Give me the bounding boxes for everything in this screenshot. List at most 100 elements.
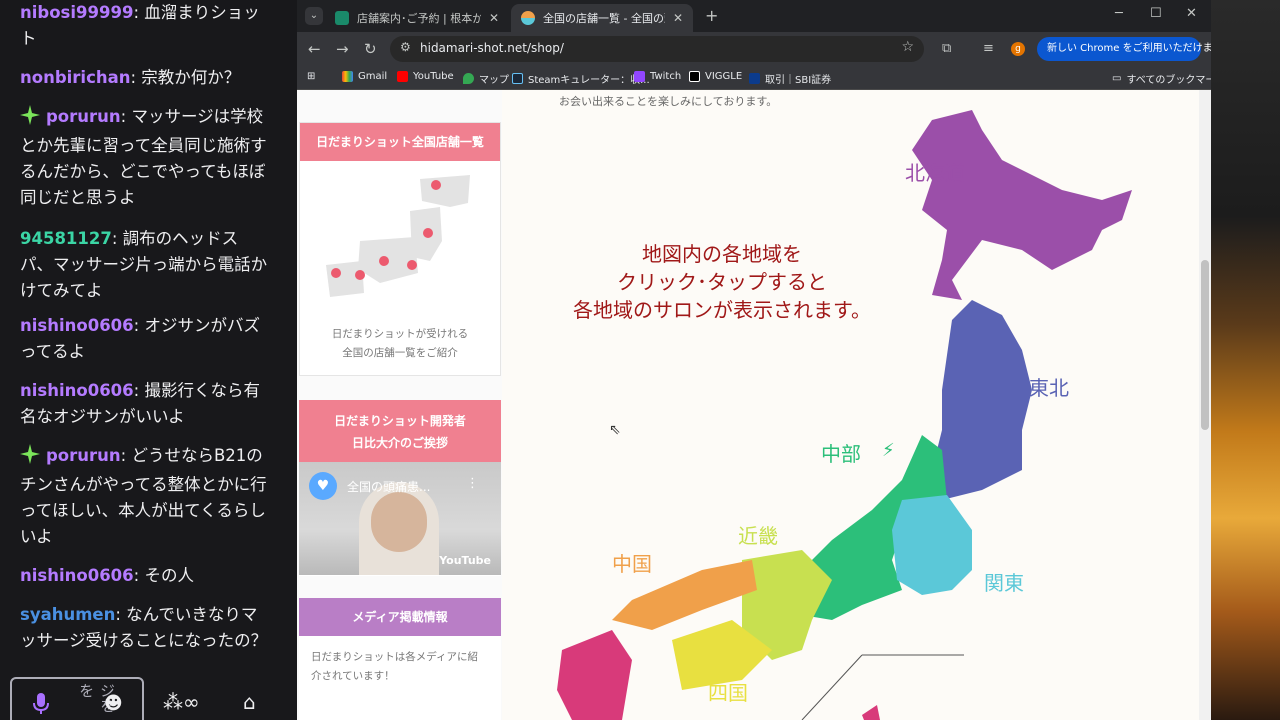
okinawa-divider-diagonal — [801, 654, 863, 720]
reload-icon[interactable]: ↻ — [364, 40, 377, 58]
bookmark-twitch[interactable]: Twitch — [634, 71, 681, 82]
extensions-icon[interactable]: ⧉ — [942, 41, 951, 56]
chat-username[interactable]: 94581127 — [20, 229, 112, 248]
chat-message: 94581127: 調布のヘッドスパ、マッサージ片っ端から電話かけてみてよ — [20, 226, 270, 304]
mouse-cursor-icon: ⇖ — [609, 422, 621, 438]
chat-username[interactable]: syahumen — [20, 605, 115, 624]
new-tab-icon[interactable]: + — [705, 6, 718, 25]
bits-icon[interactable]: ⁂∞ — [163, 690, 200, 714]
chat-message: nonbirichan: 宗教か何か？ — [20, 65, 270, 91]
japan-region-map — [557, 110, 1132, 720]
tab-search-icon[interactable]: ⌄ — [305, 7, 323, 25]
bookmark-steam[interactable]: Steamキュレーター：収... — [512, 71, 650, 86]
screen: nibosi99999: 血溜まりショット nonbirichan: 宗教か何か？… — [0, 0, 1280, 720]
region-kanto[interactable] — [892, 495, 972, 595]
chat-text: : その人 — [133, 566, 194, 585]
media-title: メディア掲載情報 — [299, 598, 501, 636]
region-okinawa[interactable] — [862, 705, 880, 720]
chat-input[interactable]: ジをを ☻ — [10, 677, 144, 720]
developer-greeting-widget: 日だまりショット開発者 日比大介のご挨拶 ♥ 全国の頭痛患... ⋮ YouTu… — [299, 400, 501, 576]
webcam-overlay — [1211, 0, 1280, 720]
japan-pin-map-icon — [326, 175, 470, 297]
region-label-tohoku[interactable]: 東北 — [1029, 372, 1069, 401]
sbi-icon — [749, 73, 760, 84]
tab-shop-list[interactable]: 全国の店舗一覧 - 全国の頭痛セ ✕ — [511, 4, 693, 32]
gmail-icon — [342, 71, 353, 82]
microphone-icon[interactable] — [32, 693, 50, 715]
forward-icon[interactable]: → — [336, 40, 349, 58]
back-icon[interactable]: ← — [308, 40, 321, 58]
chat-username[interactable]: nonbirichan — [20, 68, 131, 87]
region-label-kanto[interactable]: 関東 — [984, 567, 1024, 596]
region-label-hokkaido[interactable]: 北海道 — [905, 157, 965, 186]
region-label-chugoku[interactable]: 中国 — [612, 548, 652, 577]
chat-username[interactable]: nishino0606 — [20, 381, 134, 400]
url-text: hidamari-shot.net/shop/ — [420, 41, 564, 55]
bookmark-star-icon[interactable]: ☆ — [901, 39, 914, 55]
tab-bar: ⌄ 店舗案内･ご予約 | 根本からアプロ ✕ 全国の店舗一覧 - 全国の頭痛セ … — [297, 0, 1211, 32]
site-info-icon[interactable]: ⚙ — [400, 40, 411, 54]
close-tab-icon[interactable]: ✕ — [489, 11, 499, 25]
chat-username[interactable]: porurun — [46, 446, 121, 465]
shop-list-widget[interactable]: 日だまりショット全国店舗一覧 日だまりショットが受けれる 全国の店舗一覧をご紹介 — [299, 122, 501, 376]
chat-username[interactable]: nishino0606 — [20, 316, 134, 335]
chrome-window: ⌄ 店舗案内･ご予約 | 根本からアプロ ✕ 全国の店舗一覧 - 全国の頭痛セ … — [297, 0, 1236, 720]
video-menu-icon[interactable]: ⋮ — [466, 476, 479, 491]
bookmarks-bar: ⊞ Gmail YouTube マップ Steamキュレーター：収... Twi… — [297, 66, 1225, 90]
scrollbar-thumb[interactable] — [1201, 260, 1209, 430]
viggle-icon — [689, 71, 700, 82]
maximize-icon[interactable]: ☐ — [1150, 6, 1162, 21]
youtube-logo: YouTube — [439, 554, 491, 567]
region-hokkaido[interactable] — [912, 110, 1132, 300]
bookmark-youtube[interactable]: YouTube — [397, 71, 454, 82]
chat-text: : 宗教か何か？ — [130, 68, 241, 87]
youtube-icon — [397, 71, 408, 82]
region-kyushu[interactable] — [557, 630, 632, 720]
bookmark-sbi[interactable]: 取引｜SBI証券 — [749, 71, 831, 86]
site-favicon-icon — [521, 11, 535, 25]
all-bookmarks[interactable]: ▭ すべてのブックマーク — [1112, 71, 1225, 86]
chat-username[interactable]: nibosi99999 — [20, 3, 133, 22]
twitch-icon — [634, 71, 645, 82]
chrome-update-label: 新しい Chrome をご利用いただけます — [1047, 43, 1223, 54]
region-tohoku[interactable] — [932, 300, 1032, 500]
media-icon[interactable]: ≡ — [983, 41, 994, 56]
youtube-video-embed[interactable]: ♥ 全国の頭痛患... ⋮ YouTube — [299, 462, 501, 575]
toolbar: ← → ↻ ⚙ hidamari-shot.net/shop/ ☆ ⧉ ≡ g … — [297, 32, 1236, 66]
bookmark-label: Gmail — [358, 71, 388, 82]
region-label-chubu[interactable]: 中部 — [821, 438, 861, 467]
chat-message: nishino0606: オジサンがバズってるよ — [20, 313, 270, 365]
apps-icon[interactable]: ⊞ — [307, 71, 315, 82]
chat-username[interactable]: porurun — [46, 107, 121, 126]
bookmark-viggle[interactable]: VIGGLE — [689, 71, 742, 82]
shop-list-title: 日だまりショット全国店舗一覧 — [300, 123, 500, 161]
chat-username[interactable]: nishino0606 — [20, 566, 134, 585]
video-thumbnail-face — [371, 492, 427, 552]
bookmark-label: 取引｜SBI証券 — [765, 75, 832, 86]
region-label-shikoku[interactable]: 四国 — [708, 677, 748, 706]
address-bar[interactable]: ⚙ hidamari-shot.net/shop/ ☆ — [390, 36, 924, 62]
emote-icon[interactable]: ☻ — [104, 693, 123, 714]
tab-shop-info[interactable]: 店舗案内･ご予約 | 根本からアプロ ✕ — [325, 4, 509, 32]
chat-message: nishino0606: 撮影行くなら有名なオジサンがいいよ — [20, 378, 270, 430]
stream-chat-panel: nibosi99999: 血溜まりショット nonbirichan: 宗教か何か？… — [0, 0, 297, 720]
folder-icon: ▭ — [1112, 73, 1122, 84]
minimize-icon[interactable]: ─ — [1115, 6, 1123, 21]
bookmark-label: Steamキュレーター：収... — [528, 75, 650, 86]
developer-title-2: 日比大介のご挨拶 — [351, 436, 448, 450]
bookmark-gmail[interactable]: Gmail — [342, 71, 387, 82]
profile-avatar[interactable]: g — [1011, 42, 1025, 56]
bookmark-maps[interactable]: マップ — [463, 71, 509, 86]
region-label-kinki[interactable]: 近畿 — [738, 520, 778, 549]
subscriber-badge-icon — [20, 444, 40, 472]
channel-avatar-icon: ♥ — [309, 472, 337, 500]
site-favicon-icon — [335, 11, 349, 25]
chrome-update-button[interactable]: 新しい Chrome をご利用いただけます ⋮ — [1037, 37, 1236, 61]
close-window-icon[interactable]: ✕ — [1186, 6, 1197, 21]
store-icon[interactable]: ⌂ — [243, 690, 256, 714]
page-scrollbar[interactable] — [1199, 90, 1211, 720]
close-tab-icon[interactable]: ✕ — [673, 11, 683, 25]
bookmark-label: Twitch — [650, 71, 682, 82]
shop-list-desc-1: 日だまりショットが受けれる — [331, 328, 469, 340]
japan-map-section: お会い出来ることを楽しみにしております。 地図内の各地域を クリック･タップする… — [502, 90, 1199, 720]
